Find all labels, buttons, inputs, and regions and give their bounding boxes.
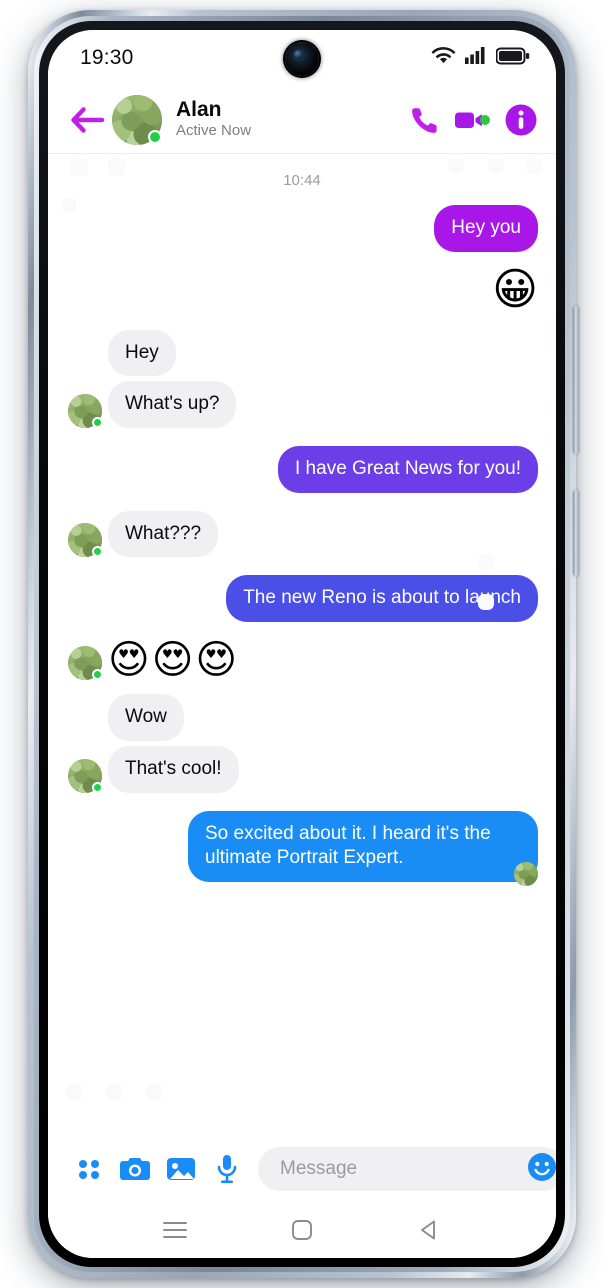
- message-bubble-outgoing[interactable]: I have Great News for you!: [278, 446, 538, 493]
- back-arrow-icon: [71, 106, 104, 133]
- sender-avatar[interactable]: [68, 758, 103, 793]
- message-composer: [48, 1136, 556, 1202]
- power-button[interactable]: [573, 490, 579, 576]
- info-circle-icon: [505, 104, 537, 135]
- sender-avatar[interactable]: [68, 523, 103, 558]
- wifi-icon: [431, 46, 456, 70]
- contact-status: Active Now: [176, 122, 252, 140]
- message-row[interactable]: 😀: [66, 267, 538, 312]
- online-status-dot: [148, 129, 162, 144]
- message-bubble-incoming[interactable]: What's up?: [108, 381, 237, 429]
- message-row[interactable]: Hey you: [66, 205, 538, 252]
- message-input[interactable]: [278, 1157, 527, 1181]
- status-bar-time: 19:30: [80, 46, 134, 69]
- sender-avatar[interactable]: [68, 394, 103, 429]
- contact-avatar[interactable]: [112, 94, 162, 145]
- message-bubble-incoming[interactable]: Hey: [108, 329, 176, 377]
- message-row[interactable]: That's cool!: [66, 745, 538, 793]
- message-list[interactable]: 10:44 Hey you 😀 Hey What's up? I have Gr…: [48, 154, 556, 1136]
- message-row[interactable]: I have Great News for you!: [66, 446, 538, 493]
- volume-button[interactable]: [573, 306, 579, 454]
- phone-call-button[interactable]: [410, 105, 440, 135]
- screenshot-stage: 19:30 Alan Active Now 10:44 Hey you 😀 He…: [0, 0, 604, 1288]
- app-grid-icon: [79, 1160, 99, 1179]
- phone-call-icon: [412, 107, 437, 133]
- status-bar: 19:30: [48, 30, 556, 86]
- online-status-dot: [92, 781, 103, 793]
- back-button[interactable]: [64, 100, 110, 140]
- message-input-container[interactable]: [258, 1147, 556, 1191]
- battery-full-icon: [495, 47, 530, 70]
- video-active-dot-icon: [480, 114, 490, 125]
- message-row[interactable]: 😍😍😍: [66, 640, 538, 681]
- message-row[interactable]: The new Reno is about to launch: [66, 575, 538, 623]
- back-triangle-icon: [420, 1220, 435, 1240]
- phone-frame: 19:30 Alan Active Now 10:44 Hey you 😀 He…: [28, 10, 579, 1278]
- camera-button[interactable]: [112, 1146, 158, 1192]
- signal-bars-icon: [465, 46, 487, 70]
- online-status-dot: [92, 417, 103, 429]
- home-square-icon: [292, 1220, 312, 1240]
- seen-by-avatar: [514, 861, 538, 886]
- emoji-smiley-icon: [528, 1152, 556, 1181]
- contact-name: Alan: [176, 97, 222, 121]
- camera-icon: [120, 1158, 150, 1180]
- message-bubble-incoming[interactable]: What???: [108, 510, 219, 558]
- phone-screen: 19:30 Alan Active Now 10:44 Hey you 😀 He…: [48, 30, 556, 1258]
- emoji-button[interactable]: [527, 1152, 556, 1187]
- microphone-button[interactable]: [204, 1146, 250, 1192]
- message-bubble-outgoing[interactable]: Hey you: [434, 205, 538, 252]
- message-row[interactable]: What???: [66, 510, 538, 558]
- recents-button[interactable]: [153, 1213, 197, 1247]
- chat-header: Alan Active Now: [48, 86, 556, 154]
- android-nav-bar: [48, 1202, 556, 1258]
- message-row[interactable]: What's up?: [66, 381, 538, 429]
- front-camera-punch-hole-icon: [285, 42, 319, 76]
- home-button[interactable]: [280, 1213, 324, 1247]
- conversation-info-button[interactable]: [504, 103, 538, 137]
- app-grid-button[interactable]: [66, 1146, 112, 1192]
- message-emoji-incoming[interactable]: 😍😍😍: [108, 640, 239, 680]
- recents-menu-icon: [163, 1222, 188, 1238]
- gallery-image-icon: [167, 1158, 195, 1180]
- message-row[interactable]: Wow: [66, 694, 538, 741]
- conversation-timestamp: 10:44: [283, 172, 321, 189]
- back-button-nav[interactable]: [407, 1213, 451, 1247]
- gallery-button[interactable]: [158, 1146, 204, 1192]
- sender-avatar[interactable]: [68, 646, 103, 681]
- video-call-button[interactable]: [454, 107, 490, 133]
- message-bubble-outgoing[interactable]: So excited about it. I heard it's the ul…: [188, 810, 538, 882]
- message-emoji-outgoing[interactable]: 😀: [492, 267, 538, 312]
- microphone-icon: [217, 1155, 237, 1184]
- message-row[interactable]: Hey: [66, 329, 538, 377]
- message-bubble-incoming[interactable]: That's cool!: [108, 745, 239, 793]
- message-bubble-incoming[interactable]: Wow: [108, 694, 184, 741]
